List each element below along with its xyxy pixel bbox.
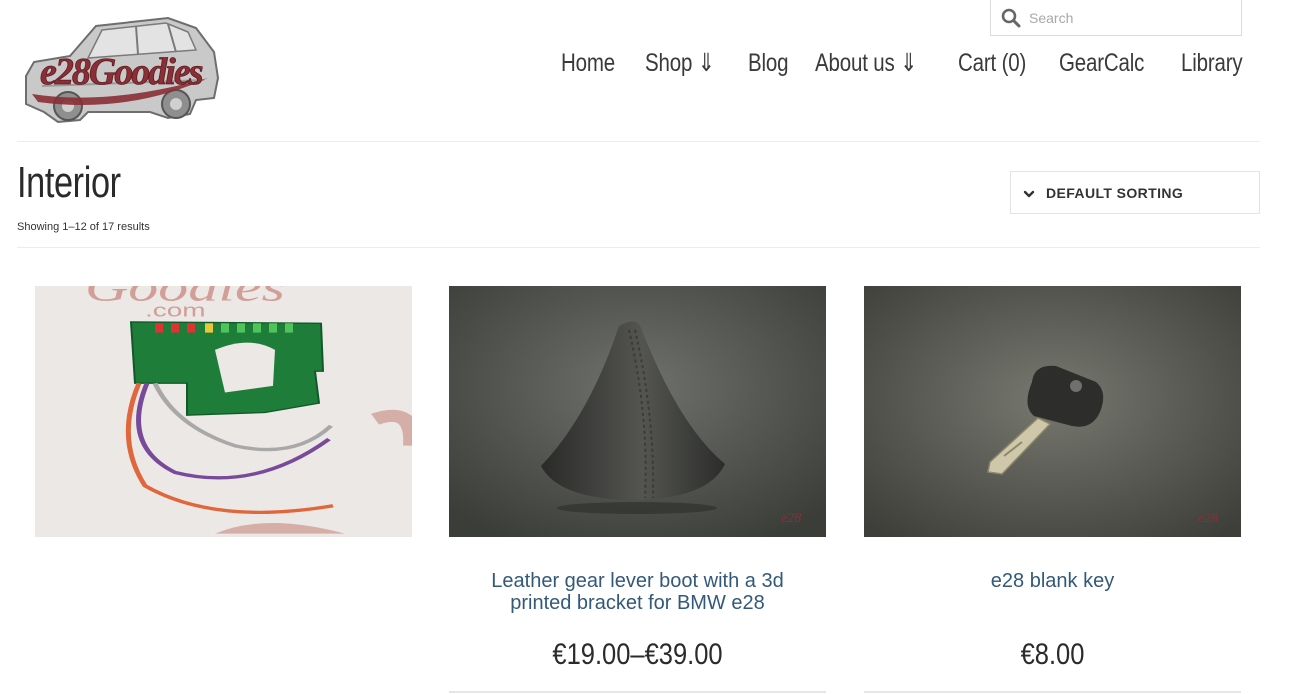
search-input[interactable] [1027,6,1231,30]
nav-shop[interactable]: Shop ⇓ [645,48,715,78]
product-image[interactable]: e28 [449,286,826,537]
search-icon[interactable] [1001,8,1021,28]
header-divider [17,141,1260,142]
svg-text:e28: e28 [1198,511,1218,526]
site-logo[interactable]: e28Goodies [18,14,223,126]
sorting-label: DEFAULT SORTING [1046,184,1184,201]
product-card: Goodies .com [35,286,412,537]
product-price: €8.00 [1020,638,1085,671]
product-price: €19.00–€39.00 [552,638,723,671]
chevron-down-icon [1023,187,1035,199]
page-title: Interior [17,158,121,207]
nav-blog[interactable]: Blog [748,49,789,78]
product-title[interactable]: Leather gear lever boot with a 3d printe… [449,570,826,614]
toolbar-divider [17,247,1260,248]
card-divider [449,691,826,693]
main-navigation: Home Shop ⇓ Blog About us ⇓ Cart (0) Gea… [561,48,1246,78]
nav-cart[interactable]: Cart (0) [958,49,1026,78]
svg-text:e28Goodies: e28Goodies [40,51,203,93]
product-image[interactable]: e28 [864,286,1241,537]
result-count: Showing 1–12 of 17 results [17,221,150,233]
product-title[interactable]: e28 blank key [864,570,1241,592]
product-image[interactable]: Goodies .com [35,286,412,537]
nav-about-us[interactable]: About us ⇓ [815,48,917,78]
nav-home[interactable]: Home [561,49,615,78]
nav-gearcalc[interactable]: GearCalc [1059,49,1144,78]
svg-text:.com: .com [145,300,206,321]
sorting-dropdown[interactable]: DEFAULT SORTING [1010,171,1260,214]
card-divider [864,691,1241,693]
search-box[interactable] [990,0,1242,36]
product-card: e28 e28 blank key €8.00 [864,286,1241,693]
nav-library[interactable]: Library [1181,49,1243,78]
svg-text:e28: e28 [781,511,801,526]
product-card: e28 Leather gear lever boot with a 3d pr… [449,286,826,693]
